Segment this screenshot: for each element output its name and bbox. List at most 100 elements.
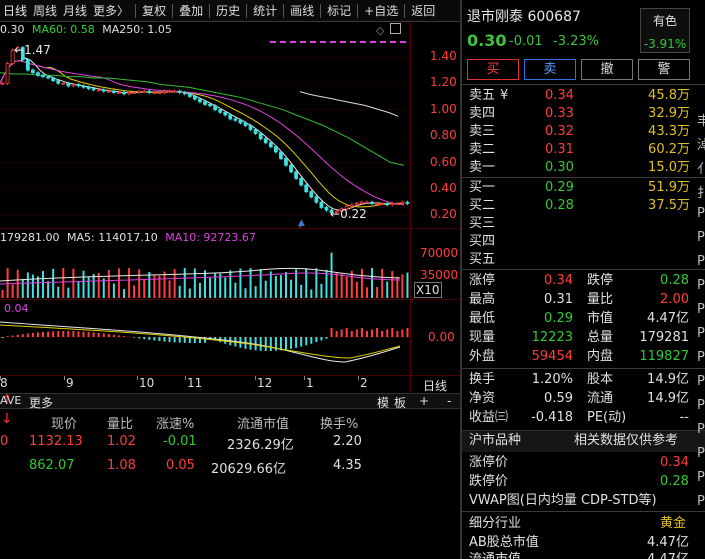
sort-down-icon[interactable]: ↓	[1, 411, 13, 427]
sell-button[interactable]: 卖	[524, 59, 576, 80]
volume-value: 179281.00	[0, 231, 60, 244]
minus-button[interactable]: -	[447, 394, 451, 408]
mark-button[interactable]: 标记	[324, 0, 354, 21]
bid-row[interactable]: 买五	[467, 252, 695, 268]
candle-body	[46, 76, 50, 79]
diamond-icon[interactable]: ◇	[376, 24, 384, 37]
bid-row[interactable]: 买四	[467, 234, 695, 250]
tab-daily[interactable]: 日线	[0, 0, 30, 21]
trade-buttons: 买 卖 撤 警	[467, 59, 690, 80]
col-turn[interactable]: 换手%	[320, 413, 358, 432]
tab-more[interactable]: 更多〉	[90, 0, 132, 21]
bid-row[interactable]: 买一 0.29 51.9万	[467, 180, 695, 196]
ma250-line	[299, 91, 399, 117]
col-ratio[interactable]: 量比	[107, 413, 133, 432]
volume-bar	[244, 288, 247, 298]
section-left: 沪市品种	[469, 433, 522, 448]
month-tick: 2	[360, 376, 368, 390]
volume-chart[interactable]	[0, 246, 410, 298]
ask-row[interactable]: 卖五 ¥0.34 45.8万	[467, 88, 695, 104]
macd-bar	[295, 337, 298, 348]
tab-ave[interactable]: AVE	[0, 394, 21, 407]
candle-body	[25, 59, 30, 71]
draw-line-button[interactable]: 画线	[287, 0, 317, 21]
table-row[interactable]: 862.07 1.08 0.05 20629.66亿 4.35	[0, 458, 460, 480]
stock-title: 退市刚泰 600687	[467, 9, 581, 25]
ask-price: 0.31	[545, 142, 574, 157]
bid-label: 买五	[469, 252, 496, 267]
ask-row[interactable]: 卖三 0.32 43.3万	[467, 124, 695, 140]
stat-value: 179281	[639, 330, 689, 345]
month-tick: 12	[257, 376, 273, 390]
col-cap[interactable]: 流通市值	[237, 413, 289, 432]
cell-ratio: 1.02	[107, 434, 136, 449]
buy-button[interactable]: 买	[467, 59, 519, 80]
adjust-button[interactable]: 复权	[139, 0, 169, 21]
candle-body	[284, 158, 288, 166]
tab-weekly[interactable]: 周线	[30, 0, 60, 21]
edge-char: P	[697, 230, 705, 245]
volume-bar	[138, 269, 141, 298]
tab-monthly[interactable]: 月线	[60, 0, 90, 21]
volume-bar	[107, 269, 110, 298]
history-button[interactable]: 历史	[213, 0, 243, 21]
candle-body	[400, 201, 405, 204]
board-button[interactable]: 板	[394, 394, 406, 411]
stat-value: 4.47亿	[647, 311, 689, 326]
ask-row[interactable]: 卖四 0.33 32.9万	[467, 106, 695, 122]
edge-char: P	[697, 422, 705, 437]
ask-row[interactable]: 卖二 0.31 60.2万	[467, 142, 695, 158]
price-chart[interactable]	[0, 37, 410, 222]
sector-badge[interactable]: 有色 -3.91%	[640, 8, 690, 53]
limit-down-value: 0.28	[660, 474, 689, 489]
edge-char: 淖	[697, 138, 705, 153]
vwap-link[interactable]: VWAP图(日内均量 CDP-STD等)	[469, 492, 657, 509]
macd-chart[interactable]	[0, 312, 410, 374]
month-tick-mark	[255, 376, 256, 380]
macd-bar	[92, 332, 95, 337]
limit-up-label: 涨停价	[469, 455, 509, 470]
candle-body	[162, 90, 167, 93]
candle-body	[223, 111, 228, 116]
alert-button[interactable]: 警	[638, 59, 690, 80]
ask-label: 卖三	[469, 124, 496, 139]
add-watchlist-button[interactable]: +自选	[361, 0, 401, 21]
col-speed[interactable]: 涨速%	[156, 413, 194, 432]
bid-row[interactable]: 买二 0.28 37.5万	[467, 198, 695, 214]
volume-bar	[67, 287, 70, 298]
bid-row[interactable]: 买三	[467, 216, 695, 232]
ask-price: 0.30	[545, 160, 574, 175]
overlay-button[interactable]: 叠加	[176, 0, 206, 21]
macd-bar	[21, 334, 24, 337]
volume-bar	[123, 289, 126, 298]
industry-value[interactable]: 黄金	[660, 515, 686, 532]
volume-bar	[264, 280, 267, 298]
col-price[interactable]: 现价	[51, 413, 77, 432]
month-tick: 11	[187, 376, 203, 390]
bid-volume: 37.5万	[648, 198, 690, 213]
macd-bar	[158, 337, 161, 342]
macd-bar	[350, 331, 353, 337]
edge-char: P	[697, 326, 705, 341]
macd-bar	[345, 328, 348, 337]
candle-body	[258, 133, 263, 140]
window-toggle-icon[interactable]	[390, 23, 401, 34]
volume-bar	[153, 275, 156, 298]
plus-button[interactable]: +	[419, 394, 429, 408]
macd-bar	[133, 337, 136, 338]
tab-more-bottom[interactable]: 更多	[29, 394, 53, 411]
volume-bar	[163, 271, 166, 298]
macd-bar	[259, 337, 262, 351]
mode-button[interactable]: 模	[377, 394, 389, 411]
volume-bar	[117, 268, 120, 298]
candle-body	[96, 89, 101, 92]
period-button[interactable]: 日线	[423, 377, 447, 394]
table-row[interactable]: 0 1132.13 1.02 -0.01 2326.29亿 2.20	[0, 434, 460, 456]
cancel-order-button[interactable]: 撤	[581, 59, 633, 80]
market-section-header[interactable]: 沪市品种 相关数据仅供参考	[462, 430, 705, 452]
ask-row[interactable]: 卖一 0.30 15.0万	[467, 160, 695, 176]
back-button[interactable]: 返回	[408, 0, 438, 21]
macd-bar	[264, 337, 267, 351]
stats-button[interactable]: 统计	[250, 0, 280, 21]
candle-body	[208, 103, 212, 107]
